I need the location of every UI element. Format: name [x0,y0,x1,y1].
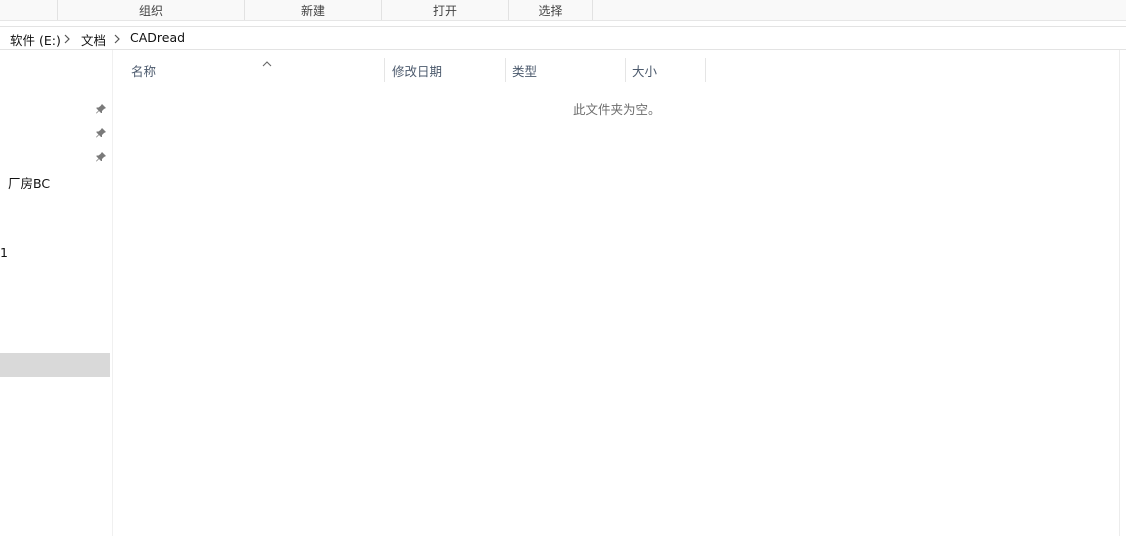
file-list: 名称 修改日期 类型 大小 此文件夹为空。 [113,50,1119,536]
chevron-right-icon[interactable] [63,34,71,44]
breadcrumb-documents[interactable]: 文档 [81,30,106,49]
ribbon-group-select[interactable]: 选择 [508,0,593,20]
nav-item-selected[interactable] [0,353,110,377]
pin-icon[interactable] [95,127,107,139]
right-divider [1119,50,1120,536]
column-header-name-label: 名称 [131,63,157,79]
chevron-right-icon[interactable] [113,34,121,44]
breadcrumb-cadread[interactable]: CADread [130,30,185,45]
pin-icon[interactable] [95,151,107,163]
ribbon-group-organize[interactable]: 组织 [57,0,244,20]
navigation-pane: 厂房BC 1 [0,50,113,536]
sort-ascending-icon [262,61,272,67]
ribbon-group-new[interactable]: 新建 [244,0,381,20]
ribbon-group-new-label: 新建 [300,3,325,18]
column-header-size-label: 大小 [632,63,658,79]
address-bar[interactable]: 软件 (E:) 文档 CADread [0,26,1126,50]
column-header-size[interactable]: 大小 [626,58,706,82]
nav-item-factory-bc[interactable]: 厂房BC [8,173,50,192]
ribbon-group-open[interactable]: 打开 [381,0,508,20]
ribbon-group-labels: 组织 新建 打开 选择 [0,0,1126,21]
column-header-name[interactable]: 名称 [125,58,385,82]
ribbon-group-select-label: 选择 [538,3,563,18]
file-explorer-window: 组织 新建 打开 选择 软件 (E:) 文档 CADread 厂房BC 1 名称… [0,0,1126,536]
breadcrumb-drive[interactable]: 软件 (E:) [10,30,61,49]
ribbon-group-organize-label: 组织 [138,3,163,18]
column-header-modified-label: 修改日期 [392,63,443,79]
column-header-type-label: 类型 [512,63,538,79]
nav-item-1[interactable]: 1 [0,245,8,260]
pin-icon[interactable] [95,103,107,115]
column-header-type[interactable]: 类型 [506,58,626,82]
empty-folder-message: 此文件夹为空。 [573,102,661,117]
column-header-modified[interactable]: 修改日期 [386,58,506,82]
ribbon-group-open-label: 打开 [432,3,457,18]
